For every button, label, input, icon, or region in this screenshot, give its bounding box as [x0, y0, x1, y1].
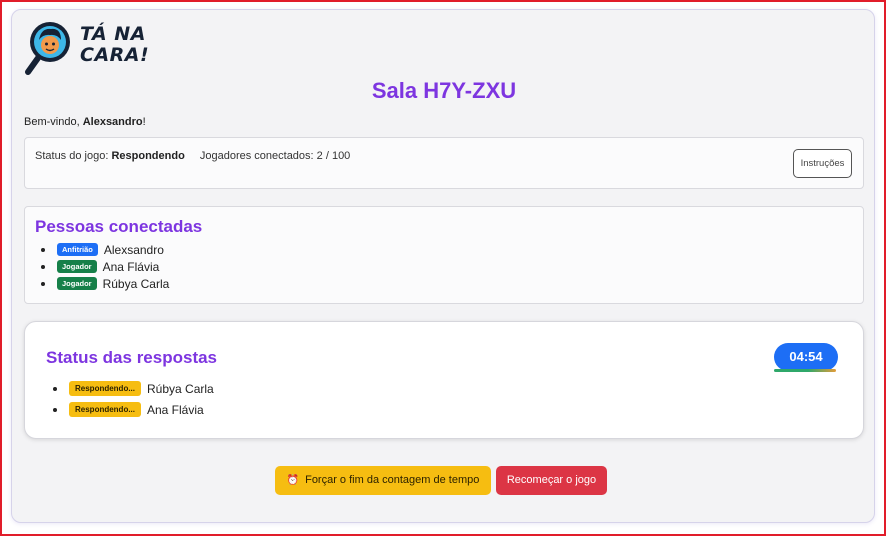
person-name: Ana Flávia — [147, 402, 204, 417]
responding-badge: Respondendo... — [69, 402, 141, 417]
bullet-icon — [41, 264, 45, 269]
bullet-icon — [53, 407, 57, 412]
room-title: Sala H7Y-ZXU — [371, 78, 517, 103]
bullet-icon — [41, 247, 45, 252]
connected-people-panel: Pessoas conectadas Anfitrião Alexsandro … — [24, 206, 864, 304]
force-end-timer-label: Forçar o fim da contagem de tempo — [305, 474, 480, 486]
game-status-panel: Status do jogo: Respondendo Jogadores co… — [24, 137, 864, 189]
person-name: Ana Flávia — [102, 259, 160, 274]
game-status-label: Status do jogo: — [35, 150, 112, 162]
logo-text-line1: TÁ NA — [80, 23, 146, 45]
bullet-icon — [53, 386, 57, 391]
list-item: Anfitrião Alexsandro — [41, 241, 169, 258]
list-item: Jogador Rúbya Carla — [41, 275, 169, 292]
answers-status-title: Status das respostas — [46, 348, 218, 367]
restart-game-button[interactable]: Recomeçar o jogo — [496, 466, 607, 495]
person-name: Alexsandro — [103, 242, 164, 257]
instructions-button[interactable]: Instruções — [793, 149, 852, 178]
player-badge: Jogador — [57, 277, 97, 290]
countdown-timer: 04:54 — [774, 343, 838, 371]
game-status-value: Respondendo — [111, 150, 185, 162]
timer-progress-bar — [774, 369, 836, 372]
logo-text: TÁ NA CARA! — [80, 24, 160, 66]
bullet-icon — [41, 281, 45, 286]
welcome-username: Alexsandro — [82, 116, 143, 128]
host-badge: Anfitrião — [57, 243, 98, 256]
logo: TÁ NA CARA! — [24, 20, 154, 76]
alarm-clock-icon: ⏰ — [286, 475, 300, 486]
connected-people-title: Pessoas conectadas — [35, 217, 203, 236]
answers-status-list: Respondendo... Rúbya Carla Respondendo..… — [53, 378, 214, 420]
welcome-suffix: ! — [142, 116, 146, 128]
list-item: Respondendo... Rúbya Carla — [53, 378, 214, 399]
player-badge: Jogador — [57, 260, 97, 273]
connected-players-count: Jogadores conectados: 2 / 100 — [199, 150, 351, 162]
logo-text-line2: CARA! — [80, 44, 150, 66]
welcome-message: Bem-vindo, Alexsandro! — [24, 116, 146, 128]
answers-status-panel: Status das respostas 04:54 Respondendo..… — [24, 321, 864, 439]
game-status-line: Status do jogo: Respondendo Jogadores co… — [35, 150, 350, 162]
logo-magnifier-icon — [25, 22, 70, 75]
connected-people-list: Anfitrião Alexsandro Jogador Ana Flávia … — [41, 241, 169, 292]
list-item: Jogador Ana Flávia — [41, 258, 169, 275]
list-item: Respondendo... Ana Flávia — [53, 399, 214, 420]
responding-badge: Respondendo... — [69, 381, 141, 396]
force-end-timer-button[interactable]: ⏰ Forçar o fim da contagem de tempo — [275, 466, 491, 495]
person-name: Rúbya Carla — [147, 381, 214, 396]
welcome-prefix: Bem-vindo, — [24, 116, 83, 128]
main-card: TÁ NA CARA! Sala H7Y-ZXU Bem-vindo, Alex… — [11, 9, 875, 523]
person-name: Rúbya Carla — [102, 276, 170, 291]
